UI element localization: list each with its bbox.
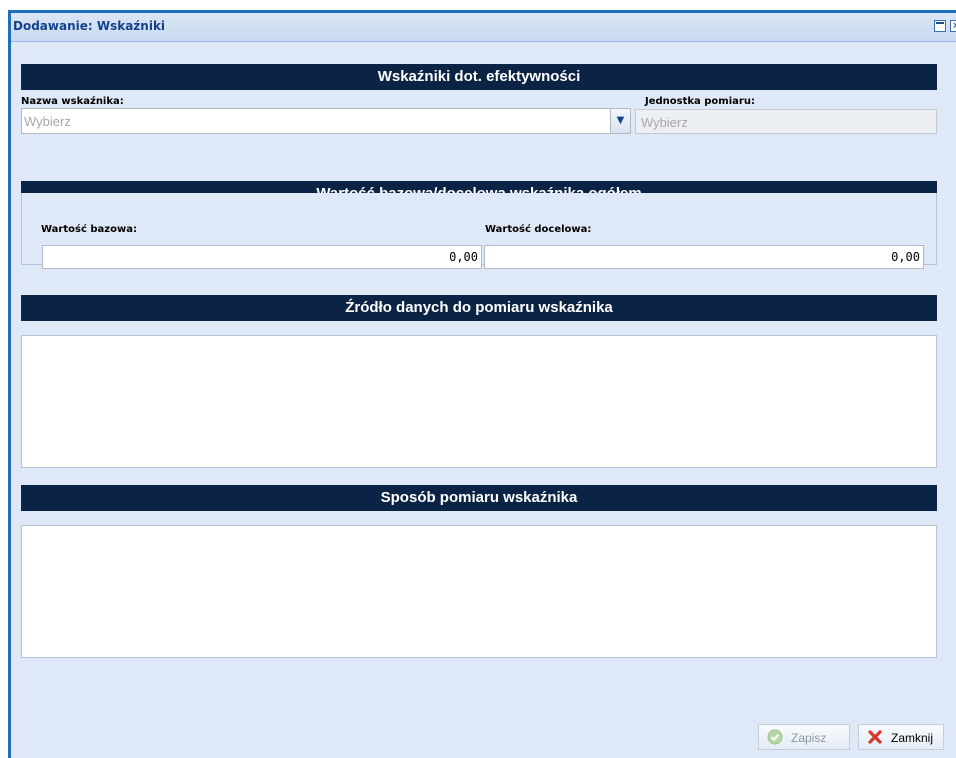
base-value-input[interactable]: 0,00 [42, 245, 482, 269]
target-value-text: 0,00 [891, 250, 920, 264]
base-value-text: 0,00 [449, 250, 478, 264]
dialog-title: Dodawanie: Wskaźniki [13, 19, 166, 33]
base-value-label: Wartość bazowa: [41, 224, 137, 235]
target-value-input[interactable]: 0,00 [484, 245, 924, 269]
save-button[interactable]: Zapisz [758, 724, 850, 750]
section-header-measurement-method: Sposób pomiaru wskaźnika [21, 485, 937, 511]
check-icon [767, 729, 783, 745]
maximize-icon[interactable] [934, 20, 946, 32]
indicator-name-combobox[interactable]: Wybierz ▼ [21, 108, 631, 134]
close-icon [868, 730, 882, 744]
unit-field: Wybierz [635, 109, 937, 134]
data-source-textarea[interactable] [21, 335, 937, 468]
indicator-name-label: Nazwa wskaźnika: [21, 96, 124, 107]
section-header-data-source: Źródło danych do pomiaru wskaźnika [21, 295, 937, 321]
section-header-efficiency: Wskaźniki dot. efektywności [21, 64, 937, 90]
measurement-method-textarea[interactable] [21, 525, 937, 658]
dialog-titlebar[interactable]: Dodawanie: Wskaźniki × [11, 13, 956, 42]
unit-label: Jednostka pomiaru: [645, 96, 755, 107]
close-button[interactable]: Zamknij [858, 724, 944, 750]
close-window-icon[interactable]: × [950, 20, 956, 32]
chevron-down-icon[interactable]: ▼ [610, 109, 630, 133]
indicator-name-placeholder: Wybierz [24, 114, 71, 129]
target-value-label: Wartość docelowa: [485, 224, 592, 235]
save-button-label: Zapisz [791, 731, 827, 745]
values-fieldset: Wartość bazowa: 0,00 Wartość docelowa: 0… [21, 193, 937, 269]
close-button-label: Zamknij [891, 731, 934, 745]
unit-placeholder: Wybierz [641, 115, 688, 130]
